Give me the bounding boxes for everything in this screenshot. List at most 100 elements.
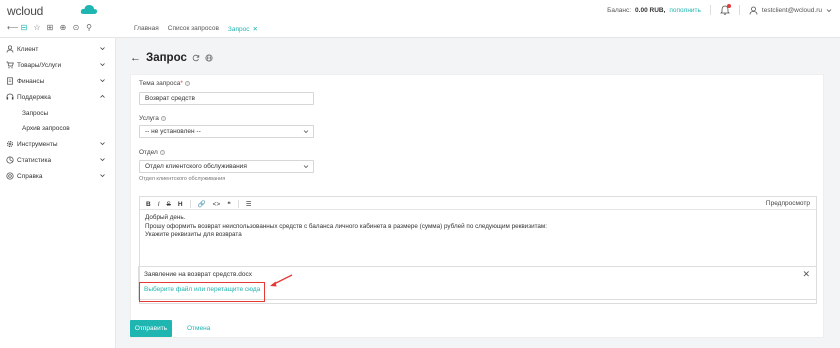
list-button[interactable]: ☰ — [246, 200, 252, 208]
refresh-icon[interactable] — [192, 54, 200, 62]
document-icon — [7, 77, 13, 85]
add-circle-icon[interactable]: ⊕ — [59, 24, 67, 32]
help-icon[interactable]: ? — [160, 115, 166, 121]
sidebar-item-label: Статистика — [17, 156, 52, 164]
user-email[interactable]: testclient@wcloud.ru — [762, 7, 822, 14]
sidebar-item-label: Товары/Услуги — [17, 61, 62, 69]
editor-line: Укажите реквизиты для возврата — [145, 231, 242, 238]
help-icon[interactable]: ? — [159, 149, 165, 155]
heading-button[interactable]: H — [178, 201, 183, 208]
page-title: Запрос — [146, 52, 187, 64]
service-label: Услуга? — [139, 115, 166, 122]
service-label-text: Услуга — [139, 115, 159, 122]
chart-icon — [6, 156, 14, 164]
preview-tab[interactable]: Предпросмотр — [766, 200, 810, 207]
chevron-up-icon — [100, 94, 105, 98]
sidebar-item-goods[interactable]: Товары/Услуги — [6, 58, 110, 72]
quote-button[interactable]: ❝ — [227, 200, 231, 208]
sidebar-item-stats[interactable]: Статистика — [6, 153, 110, 167]
remove-file-icon[interactable]: ✕ — [802, 269, 810, 280]
sidebar-item-label: Инструменты — [17, 140, 58, 148]
chevron-down-icon — [100, 79, 105, 83]
service-select-value: -- не установлен -- — [145, 128, 201, 135]
editor-toolbar: B I S H 🔗 <> ❝ ☰ Предпросмотр — [140, 197, 816, 210]
dept-label: Отдел? — [139, 149, 165, 156]
search-icon[interactable]: ⚲ — [85, 24, 93, 32]
dept-label-text: Отдел — [139, 149, 158, 156]
editor-line: Добрый день. — [145, 214, 186, 221]
notifications-button[interactable] — [719, 4, 731, 15]
code-button[interactable]: <> — [213, 201, 221, 208]
service-select[interactable]: -- не установлен -- — [139, 125, 314, 138]
chevron-down-icon — [100, 63, 105, 67]
close-tab-icon[interactable]: ✕ — [252, 26, 257, 33]
tab-request[interactable]: Запрос ✕ — [228, 25, 258, 33]
sidebar-item-label: Финансы — [17, 77, 45, 85]
sidebar-item-finance[interactable]: Финансы — [6, 74, 110, 88]
tab-request-label: Запрос — [227, 26, 250, 33]
divider — [738, 5, 740, 15]
sidebar-subitem-archive[interactable]: Архив запросов — [22, 125, 70, 132]
chevron-down-icon[interactable] — [826, 8, 832, 13]
chevron-down-icon — [100, 174, 105, 178]
dept-select-value: Отдел клиентского обслуживания — [145, 163, 247, 170]
star-icon[interactable]: ☆ — [33, 24, 41, 32]
cloud-logo-icon — [80, 5, 98, 14]
sidebar: Клиент Товары/Услуги Финансы Поддержка З… — [0, 38, 116, 348]
settings-icon[interactable]: ⊙ — [72, 24, 80, 32]
chevron-down-icon — [100, 158, 105, 162]
cancel-button[interactable]: Отмена — [187, 325, 210, 332]
chevron-down-icon — [100, 47, 105, 51]
editor-text[interactable]: Добрый день. Прошу оформить возврат неис… — [145, 214, 547, 240]
sitemap-icon[interactable]: ⊟ — [20, 24, 28, 32]
tab-strip: Главная Список запросов Запрос ✕ — [134, 25, 258, 33]
headset-icon — [6, 93, 14, 100]
format-buttons: B I S H 🔗 <> ❝ ☰ — [146, 200, 252, 208]
account-area: Баланс: 0.00 RUB, пополнить testclient@w… — [607, 4, 832, 15]
logo[interactable]: wcloud — [7, 4, 43, 18]
page-header: ← Запрос — [130, 52, 213, 64]
sidebar-item-tools[interactable]: Инструменты — [6, 137, 110, 151]
bold-button[interactable]: B — [146, 201, 151, 208]
sidebar-item-support[interactable]: Поддержка — [6, 90, 110, 104]
dept-select[interactable]: Отдел клиентского обслуживания — [139, 160, 314, 173]
link-button[interactable]: 🔗 — [198, 200, 206, 208]
collapse-arrow-icon[interactable]: ⟵ — [7, 24, 18, 32]
help-icon[interactable]: ? — [184, 80, 190, 86]
user-icon — [749, 6, 758, 15]
sidebar-item-label: Поддержка — [17, 93, 51, 101]
subject-label: Тема запроса*? — [139, 80, 190, 87]
globe-icon[interactable] — [205, 54, 213, 62]
toolbar-divider — [237, 200, 239, 208]
subject-input[interactable]: Возврат средств — [139, 92, 314, 105]
cart-icon — [6, 61, 14, 69]
user-icon — [6, 45, 14, 53]
chevron-down-icon — [303, 165, 309, 169]
sidebar-item-client[interactable]: Клиент — [6, 42, 110, 56]
sidebar-subitem-requests[interactable]: Запросы — [22, 110, 48, 117]
tab-requests-list[interactable]: Список запросов — [168, 25, 219, 33]
help-icon — [6, 172, 14, 180]
send-button[interactable]: Отправить — [130, 320, 172, 337]
gear-icon — [6, 140, 14, 148]
tab-home[interactable]: Главная — [134, 25, 159, 33]
nav-bar: ⟵ ⊟ ☆ ⊞ ⊕ ⊙ ⚲ Главная Список запросов За… — [0, 20, 840, 38]
sidebar-item-help[interactable]: Справка — [6, 169, 110, 183]
attached-file-name: Заявление на возврат средств.docx — [144, 271, 252, 278]
balance-value: 0.00 RUB, — [635, 6, 666, 14]
required-marker: * — [180, 80, 183, 87]
grid-icon[interactable]: ⊞ — [46, 24, 54, 32]
italic-button[interactable]: I — [158, 201, 160, 208]
notification-badge — [726, 4, 731, 8]
sidebar-item-label: Клиент — [17, 45, 39, 53]
back-button[interactable]: ← — [130, 52, 141, 64]
highlight-box — [139, 282, 265, 302]
divider — [709, 5, 711, 15]
annotation-arrow-icon — [270, 274, 293, 287]
editor-line: Прошу оформить возврат неиспользованных … — [145, 222, 547, 230]
chevron-down-icon — [303, 130, 309, 134]
balance-label: Баланс: — [607, 6, 632, 14]
topup-link[interactable]: пополнить — [669, 7, 701, 14]
dept-hint: Отдел клиентского обслуживания — [139, 176, 226, 182]
strike-button[interactable]: S — [167, 201, 171, 208]
